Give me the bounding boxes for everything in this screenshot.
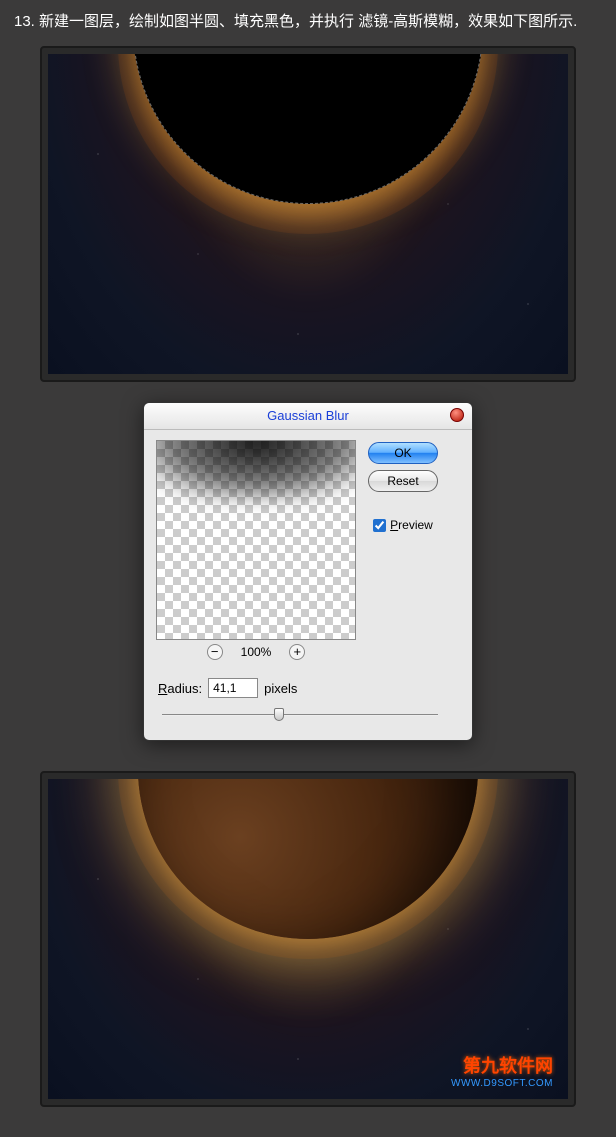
radius-unit-label: pixels [264, 681, 297, 696]
preview-blur-shape [156, 440, 356, 501]
watermark-url: WWW.D9SOFT.COM [451, 1078, 553, 1089]
dialog-title: Gaussian Blur [267, 408, 349, 423]
gaussian-blur-dialog: Gaussian Blur − 100% + OK Reset Preview [143, 402, 473, 741]
zoom-out-button[interactable]: − [207, 644, 223, 660]
slider-thumb[interactable] [274, 708, 284, 721]
zoom-in-button[interactable]: + [289, 644, 305, 660]
step-instruction-text: 13. 新建一图层，绘制如图半圆、填充黑色，并执行 滤镜-高斯模糊，效果如下图所… [10, 10, 606, 34]
dialog-titlebar[interactable]: Gaussian Blur [144, 403, 472, 430]
preview-checkbox[interactable] [373, 519, 386, 532]
result-image-after: 第九软件网 WWW.D9SOFT.COM [40, 771, 576, 1107]
slider-track [162, 714, 438, 716]
preview-checkbox-label: Preview [390, 518, 433, 532]
radius-input[interactable] [208, 678, 258, 698]
filter-preview-area[interactable] [156, 440, 356, 640]
preview-checkbox-row[interactable]: Preview [373, 518, 433, 532]
ok-button[interactable]: OK [368, 442, 438, 464]
radius-slider[interactable] [162, 708, 458, 722]
reset-button[interactable]: Reset [368, 470, 438, 492]
zoom-percent-label: 100% [241, 645, 272, 659]
radius-label: Radius: [158, 681, 202, 696]
result-image-before [40, 46, 576, 382]
watermark: 第九软件网 WWW.D9SOFT.COM [451, 1052, 553, 1089]
watermark-title: 第九软件网 [451, 1052, 553, 1078]
close-icon[interactable] [450, 408, 464, 422]
